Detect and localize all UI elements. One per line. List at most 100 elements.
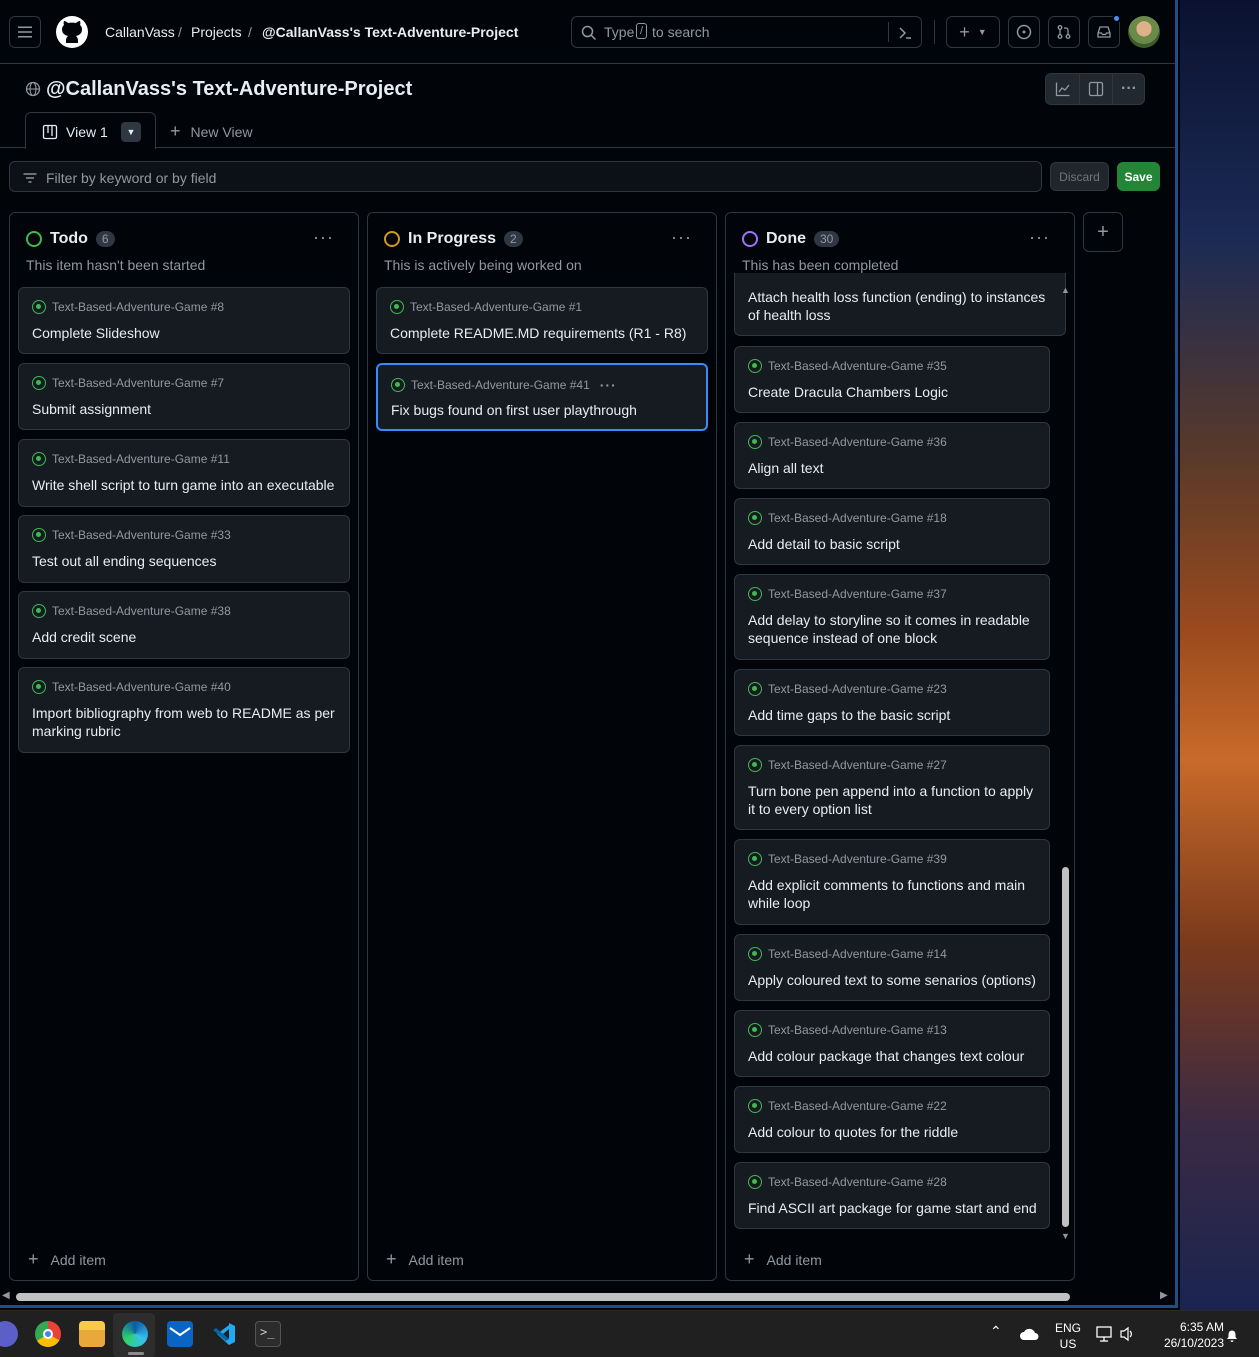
breadcrumb-project[interactable]: @CallanVass's Text-Adventure-Project: [262, 24, 518, 40]
tab-view-1[interactable]: View 1 ▼: [25, 112, 156, 149]
board-card[interactable]: Text-Based-Adventure-Game #36 Align all …: [734, 422, 1050, 489]
browser-window: CallanVass / Projects / @CallanVass's Te…: [0, 0, 1178, 1308]
card-title[interactable]: Fix bugs found on first user playthrough: [391, 401, 696, 419]
hamburger-menu-button[interactable]: [9, 16, 41, 48]
chevron-up-icon[interactable]: ⌃: [990, 1323, 1002, 1340]
board-card[interactable]: Text-Based-Adventure-Game #22 Add colour…: [734, 1086, 1050, 1153]
board-card[interactable]: Text-Based-Adventure-Game #11 Write shel…: [18, 439, 350, 507]
add-item-button[interactable]: + Add item: [28, 1249, 106, 1270]
card-title[interactable]: Submit assignment: [32, 400, 339, 418]
pull-requests-button[interactable]: [1048, 16, 1080, 48]
breadcrumb-user[interactable]: CallanVass: [105, 24, 175, 40]
card-title[interactable]: Align all text: [748, 459, 1039, 477]
scroll-down-arrow-icon[interactable]: ▼: [1061, 1231, 1070, 1241]
avatar[interactable]: [1128, 16, 1160, 48]
clock[interactable]: 6:35 AM 26/10/2023: [1146, 1319, 1224, 1351]
filter-input[interactable]: Filter by keyword or by field: [9, 161, 1042, 192]
card-title[interactable]: Complete README.MD requirements (R1 - R8…: [390, 324, 697, 342]
board-card[interactable]: Text-Based-Adventure-Game #13 Add colour…: [734, 1010, 1050, 1077]
column-title: Todo: [50, 230, 88, 247]
vscode-icon[interactable]: [211, 1321, 237, 1347]
column-menu-button[interactable]: ···: [313, 227, 334, 248]
board-card[interactable]: Text-Based-Adventure-Game #38 Add credit…: [18, 591, 350, 659]
breadcrumb-projects[interactable]: Projects: [191, 24, 242, 40]
open-issue-icon: [391, 378, 405, 392]
scroll-left-arrow-icon[interactable]: ◀: [2, 1290, 10, 1301]
scroll-up-arrow-icon[interactable]: ▲: [1061, 285, 1070, 295]
github-logo-icon[interactable]: [56, 16, 88, 48]
card-title[interactable]: Add detail to basic script: [748, 535, 1039, 553]
board-card[interactable]: Text-Based-Adventure-Game #14 Apply colo…: [734, 934, 1050, 1001]
board-card[interactable]: Text-Based-Adventure-Game #8 Complete Sl…: [18, 287, 350, 354]
board-card[interactable]: Text-Based-Adventure-Game #27 Turn bone …: [734, 745, 1050, 830]
issues-button[interactable]: [1008, 16, 1040, 48]
network-icon[interactable]: [1096, 1325, 1114, 1343]
board-card[interactable]: Text-Based-Adventure-Game #37 Add delay …: [734, 574, 1050, 660]
board-card[interactable]: Text-Based-Adventure-Game #18 Add detail…: [734, 498, 1050, 565]
card-title[interactable]: Add colour package that changes text col…: [748, 1047, 1039, 1065]
new-view-label: New View: [190, 123, 253, 140]
open-issue-icon: [748, 682, 762, 696]
card-title[interactable]: Write shell script to turn game into an …: [32, 476, 339, 494]
graph-icon: [1055, 82, 1070, 97]
board-card[interactable]: Text-Based-Adventure-Game #7 Submit assi…: [18, 363, 350, 430]
plus-icon: +: [744, 1249, 755, 1269]
teams-icon[interactable]: [0, 1321, 18, 1347]
search-input[interactable]: Type / to search: [571, 16, 922, 48]
column-description: This has been completed: [742, 257, 899, 273]
board-card[interactable]: Text-Based-Adventure-Game #28 Find ASCII…: [734, 1162, 1050, 1229]
filter-placeholder: Filter by keyword or by field: [46, 170, 217, 186]
add-item-button[interactable]: + Add item: [744, 1249, 822, 1270]
card-title[interactable]: Add delay to storyline so it comes in re…: [748, 611, 1039, 647]
card-repo-label: Text-Based-Adventure-Game #18: [768, 511, 947, 525]
card-title[interactable]: Add credit scene: [32, 628, 339, 646]
card-title[interactable]: Find ASCII art package for game start an…: [748, 1199, 1039, 1217]
column-menu-button[interactable]: ···: [1029, 227, 1050, 248]
vertical-scroll-thumb[interactable]: [1062, 867, 1069, 1227]
card-title[interactable]: Add colour to quotes for the riddle: [748, 1123, 1039, 1141]
notification-bell-icon[interactable]: [1224, 1327, 1240, 1343]
card-title[interactable]: Test out all ending sequences: [32, 552, 339, 570]
card-title[interactable]: Add explicit comments to functions and m…: [748, 876, 1039, 912]
board-card[interactable]: Text-Based-Adventure-Game #33 Test out a…: [18, 515, 350, 583]
scroll-right-arrow-icon[interactable]: ▶: [1160, 1290, 1168, 1301]
card-title[interactable]: Complete Slideshow: [32, 324, 339, 342]
language-indicator[interactable]: ENG US: [1052, 1320, 1084, 1352]
card-menu-button[interactable]: ···: [600, 377, 617, 393]
mail-icon[interactable]: [167, 1321, 193, 1347]
column-menu-button[interactable]: ···: [671, 227, 692, 248]
terminal-icon[interactable]: >_: [255, 1321, 281, 1347]
card-title[interactable]: Import bibliography from web to README a…: [32, 704, 339, 740]
file-explorer-icon[interactable]: [79, 1321, 105, 1347]
card-partial[interactable]: Attach health loss function (ending) to …: [734, 273, 1066, 336]
more-options-button[interactable]: ···: [1112, 74, 1145, 104]
board-card[interactable]: Text-Based-Adventure-Game #40 Import bib…: [18, 667, 350, 753]
card-repo: Text-Based-Adventure-Game #23: [748, 682, 947, 696]
new-view-button[interactable]: + New View: [170, 121, 253, 142]
volume-icon[interactable]: [1119, 1325, 1137, 1343]
board-card[interactable]: Text-Based-Adventure-Game #39 Add explic…: [734, 839, 1050, 925]
onedrive-cloud-icon[interactable]: [1019, 1327, 1039, 1341]
edge-icon[interactable]: [122, 1321, 148, 1347]
horizontal-scrollbar[interactable]: ◀ ▶: [0, 1289, 1175, 1305]
card-title[interactable]: Add time gaps to the basic script: [748, 706, 1039, 724]
vertical-scrollbar[interactable]: ▲ ▼: [1060, 285, 1072, 1245]
command-palette-icon[interactable]: [897, 25, 913, 41]
chrome-icon[interactable]: [35, 1321, 61, 1347]
view-options-button[interactable]: ▼: [121, 122, 141, 142]
board-card[interactable]: Text-Based-Adventure-Game #1 Complete RE…: [376, 287, 708, 354]
add-item-button[interactable]: + Add item: [386, 1249, 464, 1270]
create-new-button[interactable]: + ▼: [946, 16, 1000, 48]
discard-button[interactable]: Discard: [1050, 162, 1109, 191]
save-button[interactable]: Save: [1117, 162, 1160, 191]
card-title[interactable]: Turn bone pen append into a function to …: [748, 782, 1039, 818]
add-column-button[interactable]: +: [1083, 212, 1123, 252]
side-panel-button[interactable]: [1079, 74, 1112, 104]
board-card[interactable]: Text-Based-Adventure-Game #23 Add time g…: [734, 669, 1050, 736]
board-card[interactable]: Text-Based-Adventure-Game #41 ··· Fix bu…: [376, 363, 708, 431]
insights-button[interactable]: [1046, 74, 1079, 104]
card-title[interactable]: Create Dracula Chambers Logic: [748, 383, 1039, 401]
board-card[interactable]: Text-Based-Adventure-Game #35 Create Dra…: [734, 346, 1050, 413]
card-title[interactable]: Apply coloured text to some senarios (op…: [748, 971, 1039, 989]
horizontal-scroll-thumb[interactable]: [16, 1293, 1070, 1301]
